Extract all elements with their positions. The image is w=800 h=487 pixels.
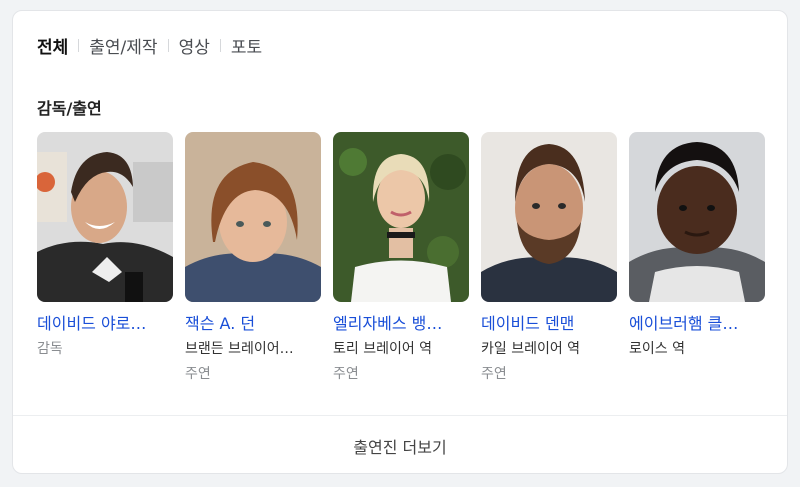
person-role: 감독 xyxy=(37,341,63,357)
section-title: 감독/출연 xyxy=(37,99,102,118)
person-name[interactable]: 엘리자베스 뱅… xyxy=(333,313,469,335)
person-type: 주연 xyxy=(481,366,507,382)
tab-cast-production[interactable]: 출연/제작 xyxy=(89,33,157,58)
person-name[interactable]: 데이비드 덴맨 xyxy=(481,313,617,335)
person-card-supporting[interactable]: 에이브러햄 클… 로이스 역 xyxy=(629,132,765,384)
person-card-lead-1[interactable]: 잭슨 A. 던 브랜든 브레이어… 주연 xyxy=(185,132,321,384)
tab-video[interactable]: 영상 xyxy=(179,33,210,58)
person-role: 토리 브레이어 역 xyxy=(333,341,433,357)
person-type: 주연 xyxy=(333,366,359,382)
portrait-image xyxy=(629,132,765,302)
more-cast-button[interactable]: 출연진 더보기 xyxy=(13,416,787,473)
tab-divider xyxy=(167,38,169,52)
person-card-lead-2[interactable]: 엘리자베스 뱅… 토리 브레이어 역 주연 xyxy=(333,132,469,384)
tab-all[interactable]: 전체 xyxy=(37,33,68,58)
person-photo[interactable] xyxy=(37,132,173,302)
portrait-image xyxy=(185,132,321,302)
person-name[interactable]: 잭슨 A. 던 xyxy=(185,313,321,335)
person-name[interactable]: 에이브러햄 클… xyxy=(629,313,765,335)
person-type: 주연 xyxy=(185,366,211,382)
portrait-image xyxy=(37,132,173,302)
person-photo[interactable] xyxy=(185,132,321,302)
tab-photo[interactable]: 포토 xyxy=(231,33,262,58)
tab-divider xyxy=(219,38,221,52)
person-card-director[interactable]: 데이비드 야로… 감독 xyxy=(37,132,173,384)
cast-card: 전체 출연/제작 영상 포토 감독/출연 데이비드 야로… 감독 잭슨 A. 던… xyxy=(12,10,788,474)
person-card-lead-3[interactable]: 데이비드 덴맨 카일 브레이어 역 주연 xyxy=(481,132,617,384)
person-photo[interactable] xyxy=(629,132,765,302)
person-role: 브랜든 브레이어… xyxy=(185,341,294,357)
person-role: 카일 브레이어 역 xyxy=(481,341,581,357)
tab-divider xyxy=(78,38,80,52)
person-role: 로이스 역 xyxy=(629,341,685,357)
person-name[interactable]: 데이비드 야로… xyxy=(37,313,173,335)
portrait-image xyxy=(481,132,617,302)
portrait-image xyxy=(333,132,469,302)
tab-bar: 전체 출연/제작 영상 포토 xyxy=(37,33,262,58)
person-photo[interactable] xyxy=(333,132,469,302)
person-photo[interactable] xyxy=(481,132,617,302)
people-list: 데이비드 야로… 감독 잭슨 A. 던 브랜든 브레이어… 주연 엘리자베스 뱅… xyxy=(37,132,777,384)
